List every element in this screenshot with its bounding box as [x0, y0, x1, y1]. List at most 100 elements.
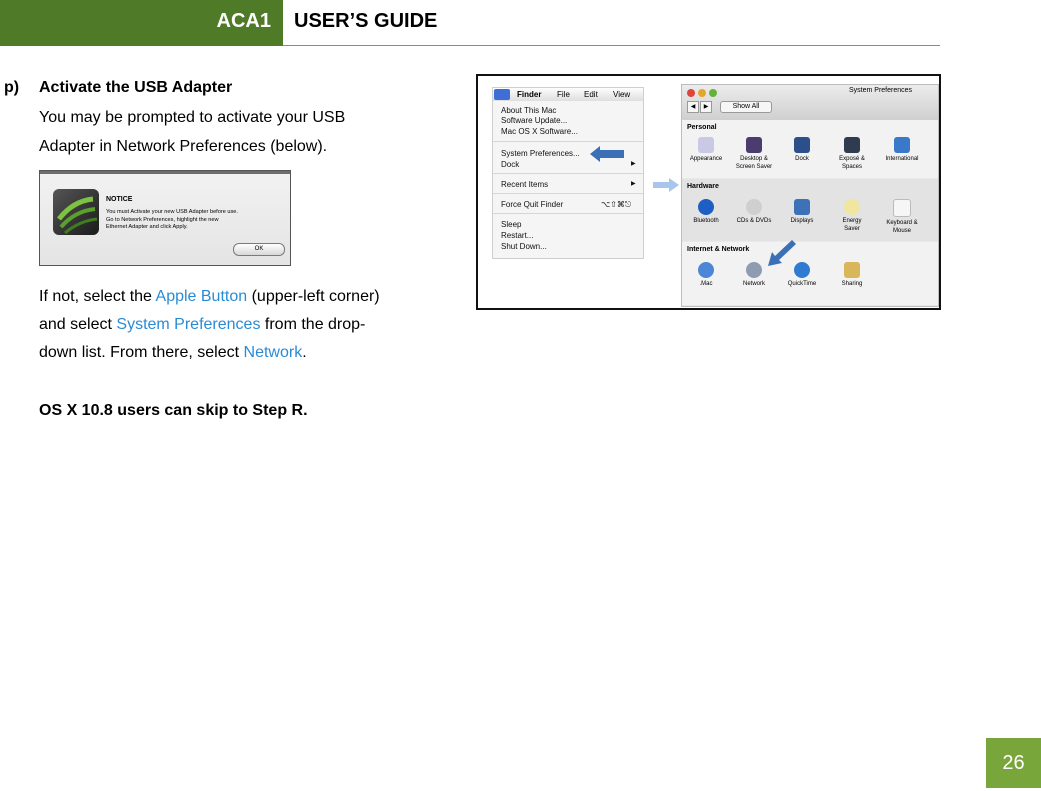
- pref-bluetooth[interactable]: Bluetooth: [684, 199, 728, 225]
- pref-label: Desktop & Screen Saver: [735, 156, 773, 170]
- menubar-edit[interactable]: Edit: [584, 88, 598, 101]
- show-all-button[interactable]: Show All: [720, 101, 772, 113]
- pref-label: .Mac: [699, 281, 713, 287]
- pointer-arrow-icon: [590, 146, 624, 162]
- prefs-window-title: System Preferences: [849, 87, 913, 94]
- notice-message: You must Activate your new USB Adapter b…: [106, 209, 286, 232]
- pref-keyboard-mouse[interactable]: Keyboard & Mouse: [880, 199, 924, 235]
- pref-displays[interactable]: Displays: [780, 199, 824, 225]
- system-preferences-link: System Preferences: [116, 316, 261, 333]
- dock-icon: [794, 137, 810, 153]
- section-label: Internet & Network: [687, 246, 750, 253]
- step-letter: p): [4, 79, 20, 96]
- pref-energy-saver[interactable]: Energy Saver: [830, 199, 874, 233]
- sharing-folder-icon: [844, 262, 860, 278]
- network-pointer-arrow-icon: [768, 240, 796, 266]
- menu-separator: [493, 193, 643, 194]
- notice-line: You must Activate your new USB Adapter b…: [106, 209, 238, 215]
- menu-item-mac-os-x-software[interactable]: Mac OS X Software...: [501, 127, 578, 136]
- instruction-line-1: If not, select the Apple Button (upper-l…: [39, 283, 380, 310]
- pref-appearance[interactable]: Appearance: [684, 137, 728, 163]
- header-tab-label: ACA1: [216, 10, 271, 32]
- section-hardware: Hardware Bluetooth CDs & DVDs Displays E…: [682, 179, 938, 241]
- intro-line-2: Adapter in Network Preferences (below).: [39, 138, 328, 155]
- instruction-text: down list. From there, select: [39, 344, 244, 361]
- close-icon[interactable]: [687, 89, 695, 97]
- pref-label: Displays: [790, 218, 814, 224]
- header-rule: [283, 45, 940, 46]
- apple-menu: Finder File Edit View About This Mac Sof…: [492, 87, 644, 259]
- zoom-icon[interactable]: [709, 89, 717, 97]
- menu-item-software-update[interactable]: Software Update...: [501, 116, 567, 125]
- instruction-text: from the drop-: [260, 316, 366, 333]
- mac-screenshot: Finder File Edit View About This Mac Sof…: [476, 74, 941, 310]
- menu-item-force-quit[interactable]: Force Quit Finder ⌥⇧⌘⎋: [501, 200, 631, 209]
- step-heading: Activate the USB Adapter: [39, 79, 233, 96]
- notice-title: NOTICE: [106, 196, 133, 203]
- flag-icon: [894, 137, 910, 153]
- notice-dialog: NOTICE You must Activate your new USB Ad…: [39, 170, 291, 266]
- apple-button-link: Apple Button: [155, 288, 248, 305]
- menu-item-about[interactable]: About This Mac: [501, 106, 556, 115]
- expose-icon: [844, 137, 860, 153]
- header-title: USER’S GUIDE: [294, 10, 438, 32]
- system-preferences-window: System Preferences ◀ ▶ Show All Personal…: [681, 84, 939, 307]
- pref-label: Bluetooth: [693, 218, 719, 224]
- pref-label: Energy Saver: [842, 218, 862, 232]
- forward-icon[interactable]: ▶: [700, 101, 712, 113]
- menu-separator: [493, 141, 643, 142]
- menu-item-label: Force Quit Finder: [501, 200, 564, 209]
- pref-dock[interactable]: Dock: [780, 137, 824, 163]
- notice-line: Ethernet Adapter and click Apply.: [106, 224, 188, 230]
- back-icon[interactable]: ◀: [687, 101, 699, 113]
- dotmac-icon: [698, 262, 714, 278]
- pref-label: Sharing: [841, 281, 863, 287]
- page-number: 26: [986, 738, 1041, 788]
- pref-label: QuickTime: [787, 281, 817, 287]
- menu-item-shut-down[interactable]: Shut Down...: [501, 242, 547, 251]
- keyboard-shortcut: ⌥⇧⌘⎋: [601, 200, 632, 209]
- instruction-line-3: down list. From there, select Network.: [39, 339, 307, 366]
- pref-label: Keyboard & Mouse: [886, 220, 918, 234]
- note-skip: OS X 10.8 users can skip to Step R.: [39, 402, 308, 419]
- ok-button[interactable]: OK: [233, 243, 285, 256]
- instruction-text: (upper-left corner): [247, 288, 380, 305]
- pref-cds-dvds[interactable]: CDs & DVDs: [732, 199, 776, 225]
- pref-expose-spaces[interactable]: Exposé & Spaces: [830, 137, 874, 171]
- minimize-icon[interactable]: [698, 89, 706, 97]
- pref-label: International: [885, 156, 919, 162]
- desktop-icon: [746, 137, 762, 153]
- prefs-toolbar: System Preferences ◀ ▶ Show All: [682, 85, 938, 120]
- section-label: Personal: [687, 124, 717, 131]
- lightbulb-icon: [844, 199, 860, 215]
- menu-item-recent-items[interactable]: Recent Items ▶: [501, 180, 636, 189]
- pref-dotmac[interactable]: .Mac: [684, 262, 728, 288]
- instruction-text: .: [302, 344, 307, 361]
- section-label: Hardware: [687, 183, 719, 190]
- menu-item-label: Recent Items: [501, 180, 549, 189]
- pref-sharing[interactable]: Sharing: [830, 262, 874, 288]
- display-icon: [794, 199, 810, 215]
- pref-international[interactable]: International: [880, 137, 924, 163]
- disc-icon: [746, 199, 762, 215]
- pref-label: CDs & DVDs: [736, 218, 772, 224]
- menu-item-dock[interactable]: Dock ▶: [501, 160, 636, 169]
- menubar-view[interactable]: View: [613, 88, 630, 101]
- menu-item-sleep[interactable]: Sleep: [501, 220, 521, 229]
- pref-label: Exposé & Spaces: [839, 156, 865, 170]
- pref-label: Appearance: [689, 156, 723, 162]
- appearance-icon: [698, 137, 714, 153]
- menubar-file[interactable]: File: [557, 88, 570, 101]
- menubar: Finder File Edit View: [493, 88, 643, 101]
- section-personal: Personal Appearance Desktop & Screen Sav…: [682, 120, 938, 178]
- menu-item-system-preferences[interactable]: System Preferences...: [501, 149, 580, 158]
- network-link: Network: [243, 344, 303, 361]
- apple-icon[interactable]: [494, 89, 510, 100]
- pref-desktop-screen-saver[interactable]: Desktop & Screen Saver: [732, 137, 776, 171]
- submenu-arrow-icon: ▶: [631, 181, 636, 187]
- instruction-text: and select: [39, 316, 117, 333]
- menubar-finder[interactable]: Finder: [517, 88, 541, 101]
- adapter-app-icon: [53, 189, 99, 235]
- menu-item-restart[interactable]: Restart...: [501, 231, 533, 240]
- menu-item-label: Dock: [501, 160, 520, 169]
